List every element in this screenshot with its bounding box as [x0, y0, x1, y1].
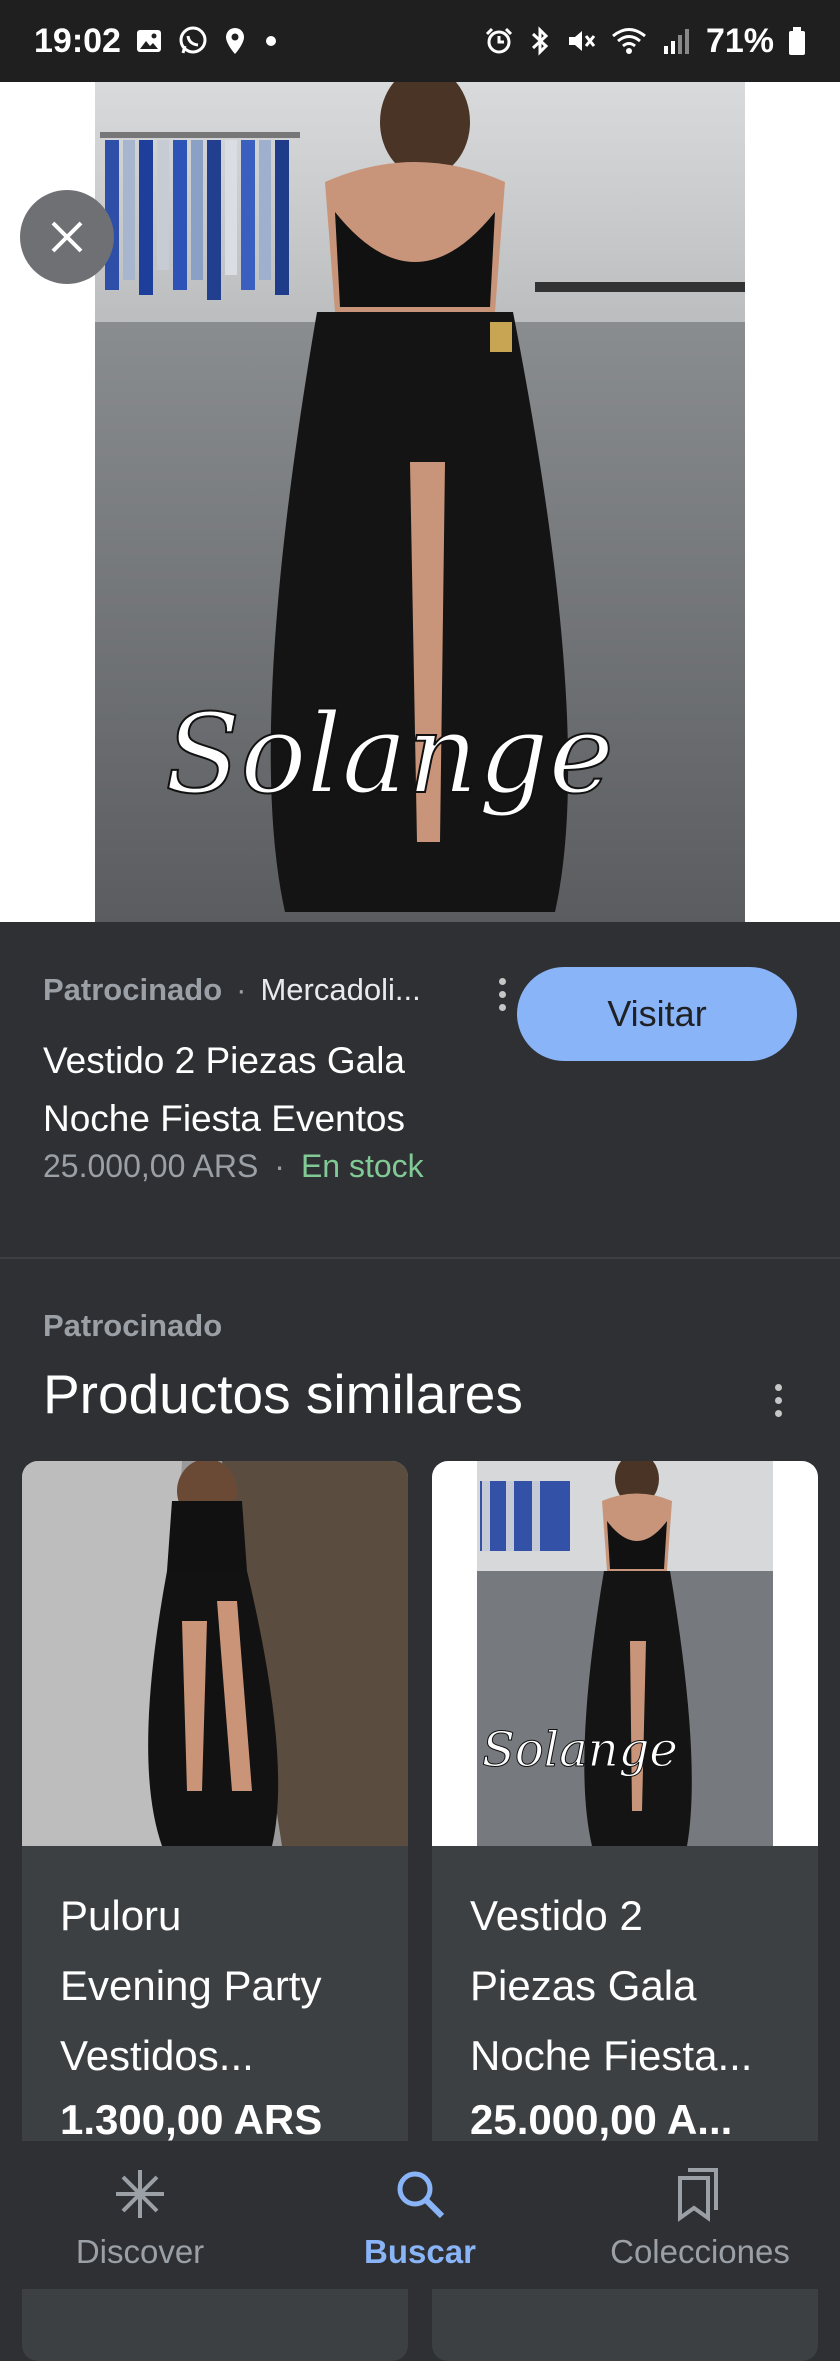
mute-icon	[566, 26, 596, 56]
whatsapp-icon	[177, 25, 209, 57]
location-icon	[223, 26, 247, 56]
sponsored-label: Patrocinado	[43, 972, 223, 1007]
similar-product-price: 25.000,00 A...	[470, 2096, 733, 2143]
status-time: 19:02	[34, 21, 121, 60]
product-image-viewer[interactable]: Solange	[0, 82, 840, 922]
product-price: 25.000,00 ARS	[43, 1148, 259, 1184]
similar-product-title: Puloru Evening Party Vestidos...	[60, 1892, 322, 2079]
alarm-icon	[484, 26, 514, 56]
similar-product-image: Solange	[432, 1461, 818, 1846]
signal-icon	[662, 26, 692, 56]
image-icon	[135, 27, 163, 55]
product-photo: Solange	[95, 82, 745, 922]
section-divider	[0, 1257, 840, 1259]
similar-products-heading: Productos similares	[43, 1363, 523, 1425]
similar-product-price: 1.300,00 ARS	[60, 2096, 323, 2143]
background-table	[535, 282, 745, 292]
photo-watermark: Solange	[165, 690, 614, 818]
meta-separator: ·	[236, 972, 247, 1007]
product-info: Patrocinado · Mercadoli... Visitar Vesti…	[0, 922, 840, 1258]
dot-icon	[261, 31, 281, 51]
price-line: 25.000,00 ARS · En stock	[43, 1148, 424, 1185]
wifi-icon	[610, 26, 648, 56]
merchant-name[interactable]: Mercadoli...	[260, 972, 420, 1008]
similar-sponsored-label: Patrocinado	[43, 1308, 223, 1343]
clothing-rack	[100, 132, 300, 300]
battery-icon	[788, 26, 806, 56]
price-separator: ·	[274, 1148, 285, 1184]
similar-product-title: Vestido 2 Piezas Gala Noche Fiesta...	[470, 1892, 753, 2079]
status-bar-right: 71%	[484, 22, 806, 61]
battery-percent: 71%	[705, 21, 774, 60]
visit-button[interactable]: Visitar	[517, 967, 797, 1061]
similar-product-image	[22, 1461, 408, 1846]
nav-colecciones-label: Colecciones	[610, 2233, 790, 2270]
bluetooth-icon	[528, 26, 552, 56]
similar-more-options-button[interactable]	[763, 1378, 793, 1422]
nav-discover[interactable]: Discover	[0, 2141, 280, 2289]
search-icon	[392, 2163, 448, 2225]
nav-colecciones[interactable]: Colecciones	[560, 2141, 840, 2289]
more-vert-icon	[774, 1383, 782, 1391]
asterisk-icon	[112, 2163, 168, 2225]
product-meta: Patrocinado · Mercadoli...	[43, 972, 483, 1008]
collections-icon	[672, 2163, 728, 2225]
bottom-navigation: Discover Buscar Colecciones	[0, 2141, 840, 2289]
nav-buscar-label: Buscar	[364, 2233, 476, 2270]
status-bar: 19:02 71%	[0, 0, 840, 82]
product-more-options-button[interactable]	[487, 972, 517, 1016]
nav-buscar[interactable]: Buscar	[280, 2141, 560, 2289]
close-button[interactable]	[20, 190, 114, 284]
close-icon	[51, 221, 83, 253]
card-watermark: Solange	[482, 1722, 678, 1778]
product-title[interactable]: Vestido 2 Piezas Gala Noche Fiesta Event…	[43, 1032, 503, 1148]
nav-discover-label: Discover	[75, 2233, 205, 2270]
more-vert-icon	[498, 977, 506, 985]
status-bar-left: 19:02	[34, 22, 281, 61]
stock-status: En stock	[300, 1148, 424, 1184]
